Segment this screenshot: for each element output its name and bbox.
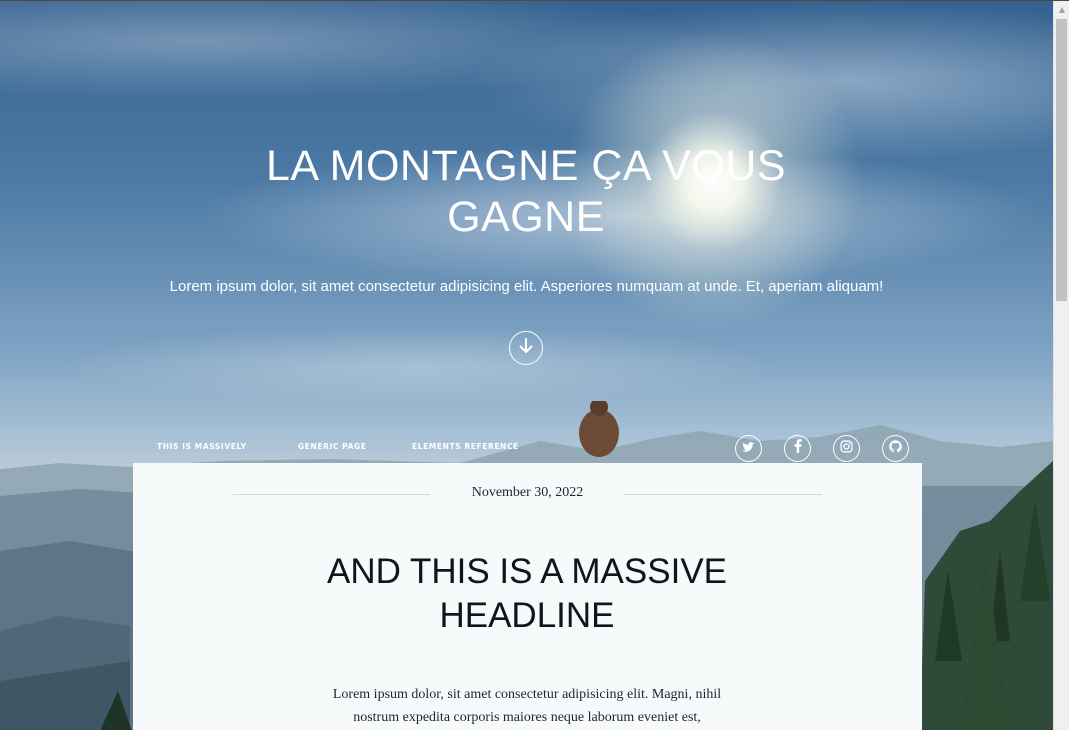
github-icon bbox=[889, 439, 902, 458]
twitter-icon bbox=[742, 440, 755, 458]
scroll-up-arrow-icon[interactable]: ▲ bbox=[1054, 1, 1069, 18]
browser-viewport: LA MONTAGNE ÇA VOUS GAGNE Lorem ipsum do… bbox=[0, 0, 1069, 730]
nav-link-elements-reference[interactable]: Elements Reference bbox=[412, 442, 519, 451]
post-body: Lorem ipsum dolor, sit amet consectetur … bbox=[332, 687, 722, 725]
instagram-button[interactable] bbox=[833, 435, 860, 462]
twitter-button[interactable] bbox=[735, 435, 762, 462]
main-nav: This is Massively Generic Page Elements … bbox=[133, 434, 922, 464]
scrollbar-thumb[interactable] bbox=[1056, 19, 1067, 301]
post-headline[interactable]: AND THIS IS A MASSIVE HEADLINE bbox=[277, 550, 777, 638]
intro-text: Lorem ipsum dolor, sit amet consectetur … bbox=[169, 278, 884, 295]
intro-title: LA MONTAGNE ÇA VOUS GAGNE bbox=[265, 142, 787, 241]
vertical-scrollbar[interactable]: ▲ bbox=[1053, 1, 1069, 730]
instagram-icon bbox=[840, 439, 853, 458]
facebook-button[interactable] bbox=[784, 435, 811, 462]
scroll-down-button[interactable] bbox=[509, 331, 543, 365]
nav-link-this-is-massively[interactable]: This is Massively bbox=[157, 442, 247, 451]
arrow-down-icon bbox=[519, 337, 533, 359]
github-button[interactable] bbox=[882, 435, 909, 462]
featured-post: November 30, 2022 AND THIS IS A MASSIVE … bbox=[133, 463, 922, 730]
date-divider-right bbox=[623, 494, 822, 495]
post-date: November 30, 2022 bbox=[471, 485, 584, 500]
nav-link-generic-page[interactable]: Generic Page bbox=[298, 442, 366, 451]
facebook-icon bbox=[794, 439, 802, 458]
